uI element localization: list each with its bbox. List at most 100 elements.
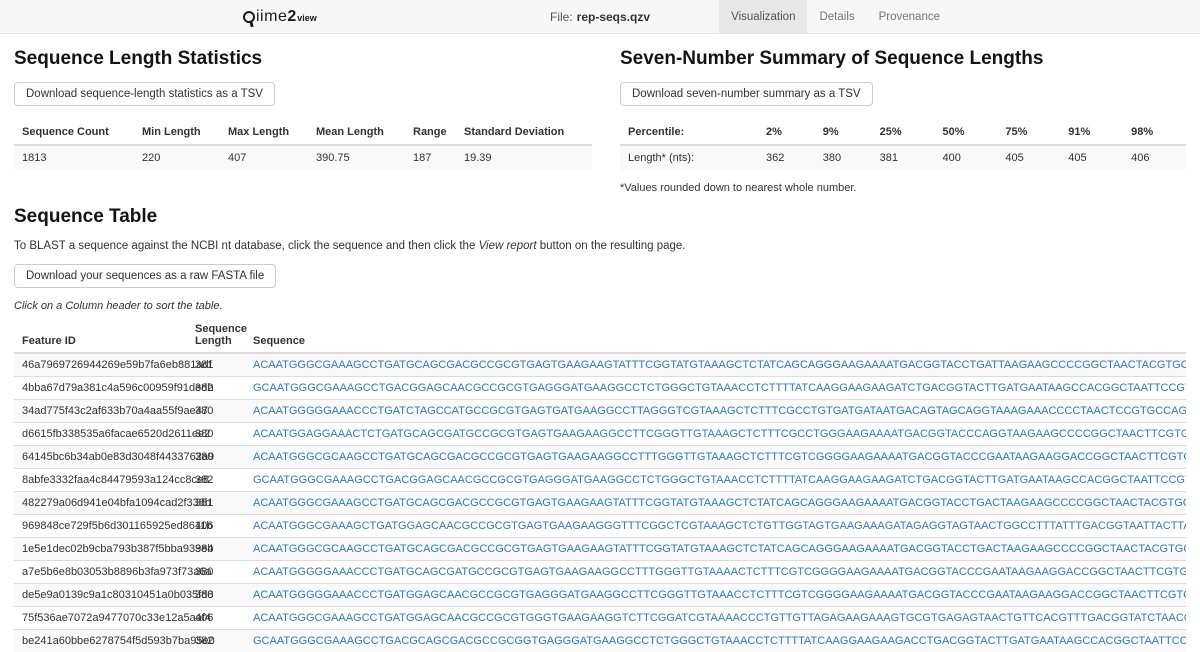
download-length-stats-button[interactable]: Download sequence-length statistics as a… [14, 82, 275, 106]
sequence-cell: ACAATGGGCGAAAGCTGATGGAGCAACGCCGCGTGAGTGA… [245, 515, 1186, 538]
sequence-table: Feature ID Sequence Length Sequence 46a7… [14, 318, 1186, 652]
sequence-length-cell: 406 [187, 607, 245, 630]
sequence-length-cell: 382 [187, 630, 245, 652]
column-header-range: Range [405, 120, 456, 145]
sequence-cell: ACAATGGGGGAAACCCTGATGGAGCAACGCCGCGTGAGGG… [245, 584, 1186, 607]
sequence-length-cell: 380 [187, 561, 245, 584]
feature-id-cell: 34ad775f43c2af633b70a4aa55f9ae47 [14, 400, 187, 423]
feature-id-cell: 4bba67d79a381c4a596c00959f91dedb [14, 377, 187, 400]
seven-number-title: Seven-Number Summary of Sequence Lengths [620, 48, 1186, 70]
sequence-cell: ACAATGGGCGCAAGCCTGATGCAGCGACGCCGCGTGAGTG… [245, 446, 1186, 469]
table-row: be241a60bbe6278754f5d593b7ba95e0382 GCAAT… [14, 630, 1186, 652]
feature-id-cell: be241a60bbe6278754f5d593b7ba95e0 [14, 630, 187, 652]
rounding-footnote: *Values rounded down to nearest whole nu… [620, 182, 1186, 194]
sequence-length-cell: 380 [187, 400, 245, 423]
sequence-link[interactable]: ACAATGGGGGAAACCCTGATCTAGCCATGCCGCGTGAGTG… [253, 405, 1186, 417]
qiime2-q-icon [243, 11, 255, 23]
table-row: 1e5e1dec02b9cba793b387f5bba939eb384 ACAAT… [14, 538, 1186, 561]
table-row: d6615fb338535a6facae6520d2611ee2380ACAAT… [14, 423, 1186, 446]
length-row-label: Length* (nts): [620, 145, 758, 170]
feature-id-cell: de5e9a0139c9a1c80310451a0b035fd8 [14, 584, 187, 607]
blast-instructions-suffix: button on the resulting page. [537, 240, 686, 252]
file-name: rep-seqs.qzv [577, 10, 650, 24]
blast-instructions-prefix: To BLAST a sequence against the NCBI nt … [14, 240, 479, 252]
table-row: 969848ce729f5b6d301165925ed8611b406 ACAAT… [14, 515, 1186, 538]
feature-id-cell: 64145bc6b34ab0e83d3048f4433762a9 [14, 446, 187, 469]
feature-id-cell: 1e5e1dec02b9cba793b387f5bba939eb [14, 538, 187, 561]
feature-id-cell: 969848ce729f5b6d301165925ed8611b [14, 515, 187, 538]
table-row: 75f536ae7072a9477070c33e12a5aaf4406ACAAT… [14, 607, 1186, 630]
sort-hint: Click on a Column header to sort the tab… [14, 300, 1186, 312]
table-row: 4bba67d79a381c4a596c00959f91dedb382GCAAT… [14, 377, 1186, 400]
table-row: 64145bc6b34ab0e83d3048f4433762a9380ACAAT… [14, 446, 1186, 469]
column-header-feature-id[interactable]: Feature ID [14, 318, 187, 353]
column-header-mean-length: Mean Length [308, 120, 405, 145]
sequence-table-body: 46a7969726944269e59b7fa6eb881adf381ACAAT… [14, 353, 1186, 652]
column-header-min-length: Min Length [134, 120, 220, 145]
table-row: 34ad775f43c2af633b70a4aa55f9ae47380 ACAAT… [14, 400, 1186, 423]
table-row: a7e5b6e8b03053b8896b3fa973f73a6a380 ACAAT… [14, 561, 1186, 584]
percentile-98: 98% [1123, 120, 1186, 145]
feature-id-cell: a7e5b6e8b03053b8896b3fa973f73a6a [14, 561, 187, 584]
percentile-50: 50% [934, 120, 997, 145]
feature-id-cell: 46a7969726944269e59b7fa6eb881adf [14, 353, 187, 377]
sequence-cell: GCAATGGGCGAAAGCCTGACGCAGCGACGCCGCGGTGAGG… [245, 630, 1186, 652]
sequence-link[interactable]: ACAATGGGGGAAACCCTGATGGAGCAACGCCGCGTGAGGG… [253, 589, 1186, 601]
sequence-link[interactable]: ACAATGGGCGAAAGCCTGATGCAGCGACGCCGCGTGAGTG… [253, 497, 1186, 509]
mean-length-value: 390.75 [308, 145, 405, 170]
sequence-cell: ACAATGGGCGAAAGCCTGATGCAGCGACGCCGCGTGAGTG… [245, 492, 1186, 515]
sequence-link[interactable]: ACAATGGAGGAAACTCTGATGCAGCGATGCCGCGTGAGTG… [253, 428, 1186, 440]
table-row: 46a7969726944269e59b7fa6eb881adf381ACAAT… [14, 353, 1186, 377]
sequence-link[interactable]: GCAATGGGCGAAAGCCTGACGGAGCAACGCCGCGTGAGGG… [253, 474, 1186, 486]
length-stats-table: Sequence Count Min Length Max Length Mea… [14, 120, 592, 170]
percentile-91: 91% [1060, 120, 1123, 145]
length-stats-title: Sequence Length Statistics [14, 48, 592, 70]
sequence-link[interactable]: GCAATGGGCGAAAGCCTGACGGAGCAACGCCGCGTGAGGG… [253, 382, 1186, 394]
tab-provenance[interactable]: Provenance [867, 0, 952, 33]
std-deviation-value: 19.39 [456, 145, 592, 170]
length-75: 405 [997, 145, 1060, 170]
sequence-cell: ACAATGGGGGAAACCCTGATGCAGCGATGCCGCGTGAGTG… [245, 561, 1186, 584]
sequence-table-section: Sequence Table To BLAST a sequence again… [14, 206, 1186, 652]
sequence-link[interactable]: ACAATGGGCGAAAGCTGATGGAGCAACGCCGCGTGAGTGA… [253, 520, 1186, 532]
sequence-link[interactable]: ACAATGGGCGCAAGCCTGATGCAGCGACGCCGCGTGAGTG… [253, 543, 1186, 555]
percentile-25: 25% [872, 120, 935, 145]
sequence-link[interactable]: ACAATGGGCGAAAGCCTGATGCAGCGACGCCGCGTGAGTG… [253, 359, 1186, 371]
percentile-75: 75% [997, 120, 1060, 145]
percentile-2: 2% [758, 120, 815, 145]
sequence-link[interactable]: ACAATGGGGGAAACCCTGATGCAGCGATGCCGCGTGAGTG… [253, 566, 1186, 578]
download-fasta-button[interactable]: Download your sequences as a raw FASTA f… [14, 264, 276, 288]
column-header-sequence-length[interactable]: Sequence Length [187, 318, 245, 353]
length-25: 381 [872, 145, 935, 170]
logo-subtext: view [297, 13, 317, 23]
qiime2view-logo[interactable]: iime2view [243, 8, 317, 26]
sequence-cell: ACAATGGGCGCAAGCCTGATGCAGCGACGCCGCGTGAGTG… [245, 538, 1186, 561]
blast-instructions: To BLAST a sequence against the NCBI nt … [14, 240, 1186, 252]
sequence-link[interactable]: GCAATGGGCGAAAGCCTGACGCAGCGACGCCGCGGTGAGG… [253, 635, 1186, 647]
download-seven-number-button[interactable]: Download seven-number summary as a TSV [620, 82, 873, 106]
length-stats-row: 1813 220 407 390.75 187 19.39 [14, 145, 592, 170]
sequence-length-cell: 380 [187, 584, 245, 607]
tab-visualization[interactable]: Visualization [719, 0, 807, 33]
sequence-length-cell: 384 [187, 538, 245, 561]
sequence-count-value: 1813 [14, 145, 134, 170]
column-header-sequence-count: Sequence Count [14, 120, 134, 145]
nav-tabs: Visualization Details Provenance [719, 0, 952, 33]
blast-instructions-view-report: View report [479, 240, 537, 252]
sequence-cell: ACAATGGAGGAAACTCTGATGCAGCGATGCCGCGTGAGTG… [245, 423, 1186, 446]
logo-text: iime [256, 8, 287, 26]
tab-details[interactable]: Details [807, 0, 866, 33]
length-stats-panel: Sequence Length Statistics Download sequ… [14, 36, 592, 194]
column-header-std-deviation: Standard Deviation [456, 120, 592, 145]
sequence-link[interactable]: ACAATGGGCGAAAGCCTGATGGAGCAACGCCGCGTGGGTG… [253, 612, 1186, 624]
sequence-cell: ACAATGGGCGAAAGCCTGATGCAGCGACGCCGCGTGAGTG… [245, 353, 1186, 377]
file-name-display: File: rep-seqs.qzv [0, 0, 1200, 33]
top-navbar: iime2view File: rep-seqs.qzv Visualizati… [0, 0, 1200, 34]
column-header-sequence[interactable]: Sequence [245, 318, 1186, 353]
table-row: 8abfe3332faa4c84479593a124cc8ce8382GCAAT… [14, 469, 1186, 492]
seven-number-table: Percentile: 2% 9% 25% 50% 75% 91% 98% Le… [620, 120, 1186, 170]
sequence-link[interactable]: ACAATGGGCGCAAGCCTGATGCAGCGACGCCGCGTGAGTG… [253, 451, 1186, 463]
sequence-length-cell: 382 [187, 469, 245, 492]
sequence-length-cell: 406 [187, 515, 245, 538]
range-value: 187 [405, 145, 456, 170]
